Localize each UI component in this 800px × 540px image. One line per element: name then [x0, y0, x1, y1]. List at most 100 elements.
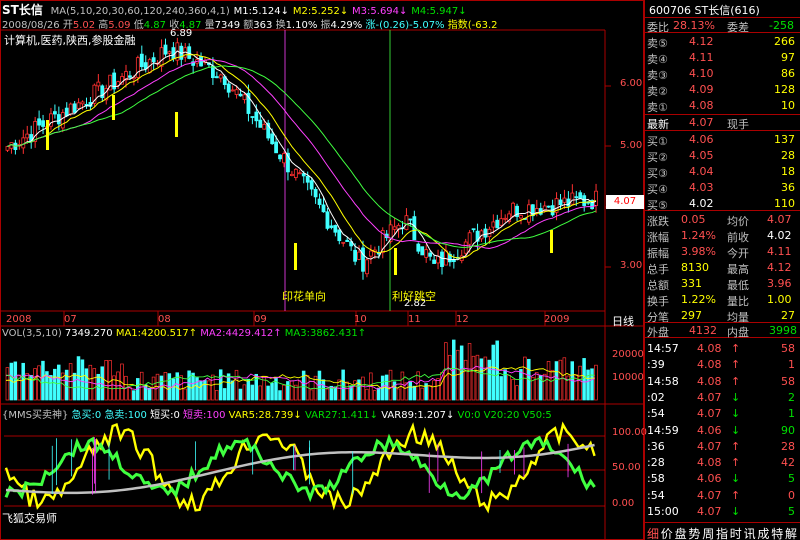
stock-name: ST长信 — [694, 4, 731, 17]
bottom-tab-10[interactable]: 解 — [785, 525, 797, 540]
vol-indicator-label[interactable]: VOL(3,5,10) — [2, 328, 62, 339]
bottom-tab-3[interactable]: 势 — [688, 525, 700, 540]
stat-label: 量比 — [727, 295, 749, 308]
bottom-tab-1[interactable]: 价 — [661, 525, 673, 540]
time-axis-label: 2009 — [544, 314, 570, 325]
candle-body — [258, 119, 263, 128]
candle-body — [80, 101, 85, 105]
bottom-tab-6[interactable]: 时 — [730, 525, 742, 540]
tick-price: 4.07 — [697, 488, 722, 502]
bottom-tab-2[interactable]: 盘 — [675, 525, 687, 540]
signal-bar — [550, 230, 553, 253]
tick-time: :39 — [647, 358, 665, 372]
volume-bar — [199, 381, 203, 401]
candle-body — [214, 76, 219, 79]
bottom-tab-9[interactable]: 特 — [771, 525, 783, 540]
period-daily-button[interactable]: 日线 — [612, 313, 634, 329]
high-label: 高 — [98, 20, 109, 31]
volume-bar — [218, 369, 223, 401]
candle-body — [495, 219, 500, 229]
sell-level-label: 卖⑤ — [647, 37, 668, 50]
buy-price[interactable]: 4.03 — [689, 181, 714, 194]
tick-volume: 90 — [781, 423, 795, 437]
candle-body — [5, 146, 10, 151]
tick-time: 14:58 — [647, 374, 679, 388]
volume-bar — [471, 355, 476, 401]
candle-body — [262, 123, 267, 130]
diff-label: 委差 — [727, 21, 749, 34]
stat-label: 均价 — [727, 215, 749, 228]
volume-bar — [590, 368, 594, 401]
tick-time: :36 — [647, 439, 665, 453]
kline-chart[interactable] — [0, 0, 644, 540]
volume-bar — [5, 367, 10, 401]
tick-time: 14:59 — [647, 423, 679, 437]
bottom-tab-7[interactable]: 讯 — [744, 525, 756, 540]
time-axis-label: 08 — [158, 314, 171, 325]
stat-value: 1.00 — [767, 293, 792, 306]
sell-volume: 86 — [781, 67, 795, 80]
buy-price[interactable]: 4.06 — [689, 133, 714, 146]
volume-bar — [33, 368, 37, 401]
time-axis-label: 10 — [354, 314, 367, 325]
buy-level-label: 买④ — [647, 183, 668, 196]
sell-volume: 97 — [781, 51, 795, 64]
indicator-name[interactable]: {MMS买卖神} — [2, 410, 68, 421]
volume-bar — [207, 380, 211, 401]
time-axis-label: 07 — [64, 314, 77, 325]
tick-direction-icon: ↑ — [731, 456, 741, 470]
vol-ma1: MA1:4200.517↑ — [115, 328, 198, 339]
vol-value: 7349.270 — [64, 328, 113, 339]
sell-price[interactable]: 4.12 — [689, 35, 714, 48]
sell-price[interactable]: 4.09 — [689, 83, 714, 96]
bottom-tab-0[interactable]: 细 — [647, 525, 659, 540]
candle-body — [574, 196, 579, 199]
tick-direction-icon: ↓ — [731, 472, 741, 486]
index-value: (-63.2 — [467, 20, 498, 31]
candle-body — [242, 94, 247, 100]
volume-bar — [250, 384, 255, 401]
sell-price[interactable]: 4.08 — [689, 99, 714, 112]
tick-time: 15:00 — [647, 505, 679, 518]
amp-label: 振 — [320, 20, 331, 31]
volume-bar — [21, 362, 25, 401]
volume-bar — [396, 388, 401, 401]
chart-area[interactable]: ST长信 MA(5,10,20,30,60,120,240,360,4,1) M… — [0, 0, 647, 540]
candle-body — [234, 89, 239, 95]
volume-bar — [222, 388, 227, 401]
volume-bar — [76, 356, 81, 401]
time-axis-label: 2008 — [6, 314, 32, 325]
volume-bar — [179, 375, 183, 401]
ind-item: VAR89:1.207↓ — [381, 410, 455, 421]
vol-value: 7349 — [214, 20, 241, 31]
candle-body — [361, 247, 365, 272]
stock-title[interactable]: ST长信 — [2, 3, 43, 17]
candle-body — [163, 44, 168, 55]
volume-bar — [258, 385, 262, 401]
stock-code: 600706 — [649, 4, 691, 17]
vol-axis-label: 20000 — [612, 349, 644, 360]
buy-price[interactable]: 4.05 — [689, 149, 714, 162]
candle-body — [297, 172, 302, 175]
stock-num: (616) — [730, 4, 760, 17]
sell-price[interactable]: 4.11 — [689, 51, 714, 64]
bottom-tab-5[interactable]: 指 — [716, 525, 728, 540]
volume-bar — [132, 390, 136, 401]
bottom-tab-8[interactable]: 成 — [757, 525, 769, 540]
signal-bar — [294, 243, 297, 270]
volume-bar — [436, 378, 440, 401]
bottom-tab-4[interactable]: 周 — [702, 525, 714, 540]
tick-direction-icon: ↓ — [731, 423, 741, 437]
buy-price[interactable]: 4.02 — [689, 197, 714, 210]
volume-bar — [234, 369, 239, 401]
sell-price[interactable]: 4.10 — [689, 67, 714, 80]
candle-body — [270, 133, 275, 145]
bottom-tabs: 细价盘势周指时讯成特解 — [645, 522, 800, 540]
volume-bar — [297, 380, 302, 401]
buy-price[interactable]: 4.04 — [689, 165, 714, 178]
buy-level-label: 买③ — [647, 167, 668, 180]
volume-bar — [412, 385, 417, 401]
volume-bar — [53, 368, 57, 401]
vol-ma2: MA2:4429.412↑ — [200, 328, 282, 339]
candle-body — [317, 198, 322, 205]
